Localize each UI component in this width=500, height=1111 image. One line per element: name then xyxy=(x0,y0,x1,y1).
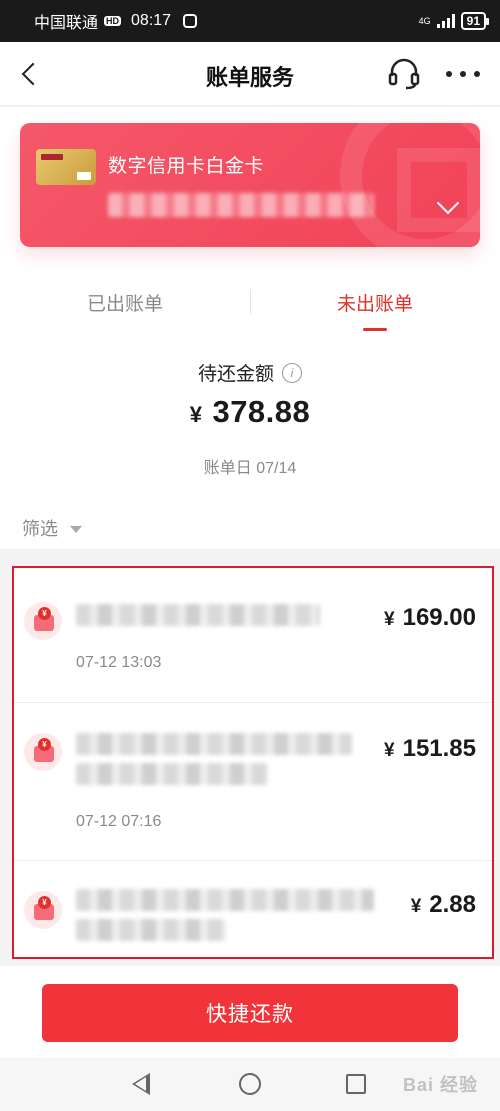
wallet-icon: ¥ xyxy=(24,891,62,929)
wallet-icon: ¥ xyxy=(24,602,62,640)
transaction-amount: ¥169.00 xyxy=(384,604,476,632)
merchant-name-masked xyxy=(76,763,268,785)
bank-logo-watermark xyxy=(340,123,480,247)
merchant-name-masked xyxy=(76,733,352,755)
transaction-time: 07-12 07:16 xyxy=(76,813,162,830)
system-nav-bar: Bai 经验 xyxy=(0,1058,500,1111)
signal-icon xyxy=(436,14,455,28)
more-dot xyxy=(460,71,466,77)
hd-badge: HD xyxy=(104,16,122,26)
pending-summary: 待还金额 i ¥378.88 账单日 07/14 xyxy=(0,359,500,478)
transaction-row[interactable]: ¥ ¥151.85 07-12 07:16 xyxy=(14,702,492,860)
transaction-amount: ¥2.88 xyxy=(411,891,476,919)
clock: 08:17 xyxy=(131,12,172,29)
currency-symbol: ¥ xyxy=(384,740,395,761)
card-name: 数字信用卡白金卡 xyxy=(108,156,265,177)
currency-symbol: ¥ xyxy=(189,402,203,427)
carrier-label: 中国联通 xyxy=(34,15,99,32)
nav-bar: 账单服务 xyxy=(0,42,500,106)
system-recents-icon[interactable] xyxy=(346,1074,366,1094)
card-number-masked xyxy=(108,193,374,217)
transaction-list: ¥ ¥169.00 07-12 13:03 ¥ ¥151.85 07-12 07… xyxy=(12,566,494,959)
merchant-name-masked xyxy=(76,604,320,626)
back-button[interactable] xyxy=(14,58,46,90)
credit-card-selector[interactable]: 数字信用卡白金卡 xyxy=(20,123,480,247)
watermark-text: Bai 经验 xyxy=(402,1075,478,1095)
currency-symbol: ¥ xyxy=(410,896,422,917)
amount-value: 2.88 xyxy=(429,891,476,918)
card-thumbnail xyxy=(36,149,96,185)
filter-label: 筛选 xyxy=(22,519,58,539)
filter-button[interactable]: 筛选 xyxy=(22,515,82,541)
bottom-action-bar: 快捷还款 xyxy=(0,966,500,1058)
tab-unissued-bill[interactable]: 未出账单 xyxy=(250,265,500,325)
headset-icon[interactable] xyxy=(386,56,422,92)
pending-label: 待还金额 xyxy=(197,364,274,385)
system-back-icon[interactable] xyxy=(132,1073,150,1095)
more-dot xyxy=(446,71,452,77)
transaction-amount: ¥151.85 xyxy=(384,735,476,763)
system-home-icon[interactable] xyxy=(239,1073,261,1095)
pending-label-row: 待还金额 i xyxy=(198,359,302,386)
amount-value: 169.00 xyxy=(402,604,476,631)
pending-amount-value: 378.88 xyxy=(212,394,311,429)
transaction-row[interactable]: ¥ ¥169.00 07-12 13:03 xyxy=(14,568,492,702)
notification-app-icon xyxy=(183,14,198,28)
battery-icon: 91 xyxy=(460,12,490,30)
quick-repay-button[interactable]: 快捷还款 xyxy=(42,984,458,1042)
pending-amount: ¥378.88 xyxy=(0,394,500,430)
merchant-name-masked xyxy=(76,919,226,941)
wallet-icon: ¥ xyxy=(24,733,62,771)
amount-value: 151.85 xyxy=(402,735,476,762)
merchant-name-masked xyxy=(76,889,374,911)
status-bar: 中国联通 HD 08:17 4G 91 xyxy=(0,0,500,42)
more-dot xyxy=(474,71,480,77)
tab-divider xyxy=(250,290,251,314)
tab-issued-bill[interactable]: 已出账单 xyxy=(0,265,250,325)
transaction-row[interactable]: ¥ ¥2.88 xyxy=(14,860,492,959)
more-button[interactable] xyxy=(446,64,480,84)
transaction-time: 07-12 13:03 xyxy=(76,654,162,671)
network-label: 4G xyxy=(418,16,431,26)
currency-symbol: ¥ xyxy=(384,609,395,630)
page-title: 账单服务 xyxy=(205,65,294,90)
bill-summary-section: 数字信用卡白金卡 已出账单 未出账单 待还金额 i ¥378.88 账单日 07… xyxy=(0,107,500,549)
info-icon[interactable]: i xyxy=(282,362,302,383)
caret-down-icon xyxy=(70,525,82,533)
bill-date: 账单日 07/14 xyxy=(203,460,297,477)
